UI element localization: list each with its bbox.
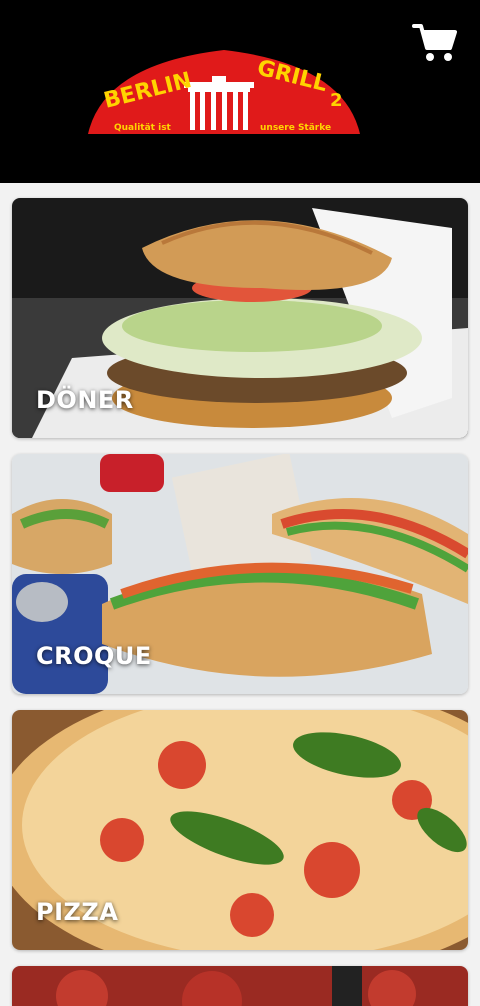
category-card-croque[interactable]: CROQUE xyxy=(12,454,468,694)
berlin-grill-logo: BERLIN GRILL 2 Qualität ist unsere Stärk… xyxy=(88,50,360,134)
shopping-cart-icon[interactable] xyxy=(412,22,458,64)
logo-number: 2 xyxy=(330,90,343,111)
category-label: PIZZA xyxy=(36,898,119,926)
category-label: CROQUE xyxy=(36,642,152,670)
logo-slogan-left: Qualität ist xyxy=(114,123,172,133)
category-label: DÖNER xyxy=(36,386,134,414)
category-card-next[interactable] xyxy=(12,966,468,1006)
next-category-image xyxy=(12,966,468,1006)
category-card-doener[interactable]: DÖNER xyxy=(12,198,468,438)
category-list: DÖNER CROQUE PIZZA xyxy=(12,198,468,1006)
logo-slogan-right: unsere Stärke xyxy=(260,123,331,133)
category-card-pizza[interactable]: PIZZA xyxy=(12,710,468,950)
app-header: BERLIN GRILL 2 Qualität ist unsere Stärk… xyxy=(0,0,480,183)
